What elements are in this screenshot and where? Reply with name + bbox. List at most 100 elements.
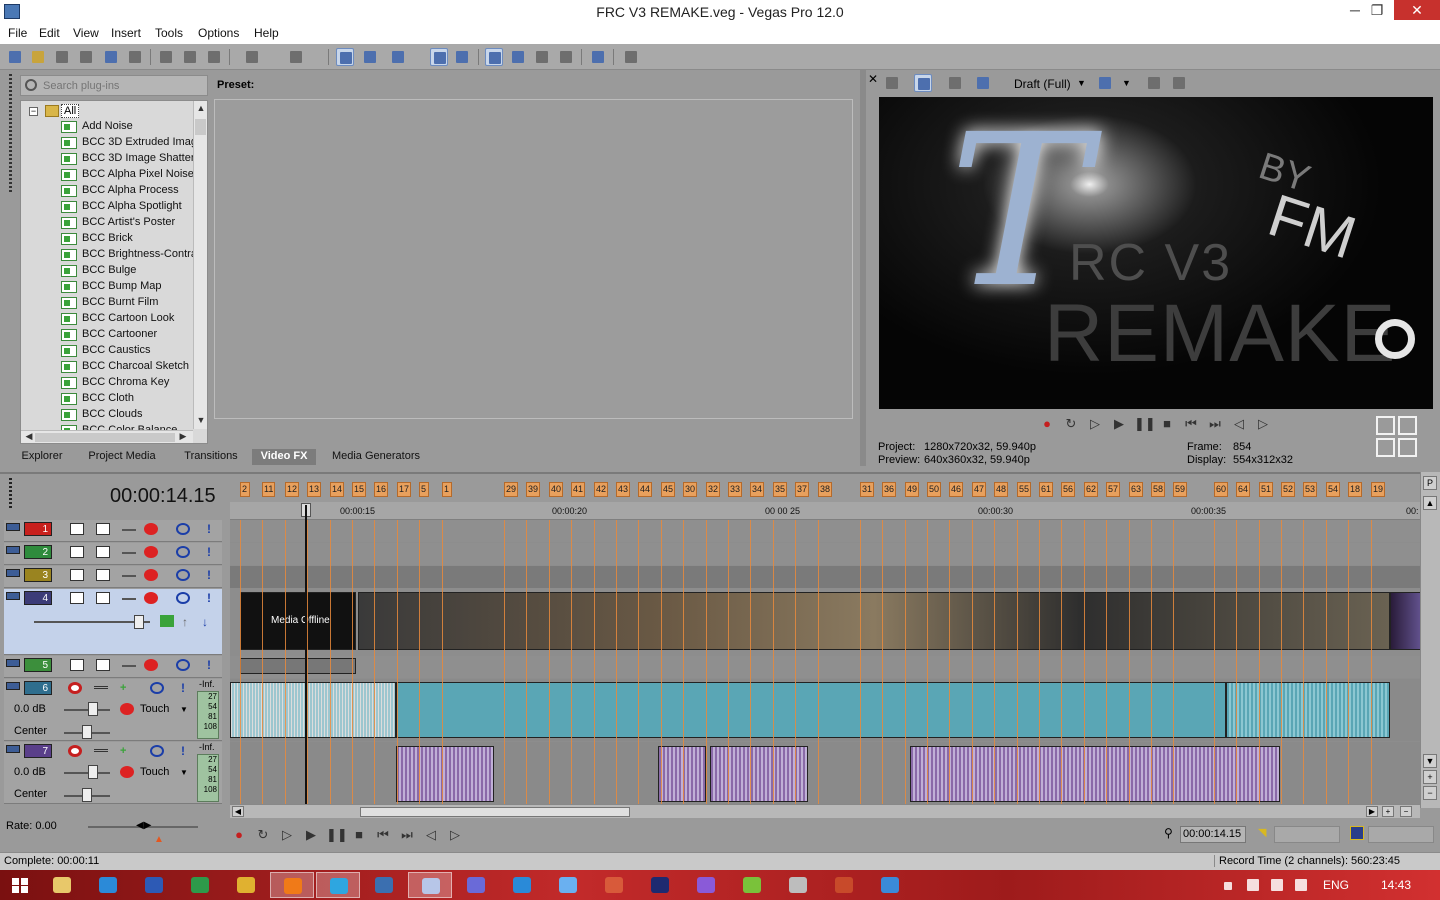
copy-icon[interactable] — [181, 48, 199, 66]
mute-icon[interactable] — [150, 745, 164, 757]
mute-icon[interactable] — [150, 682, 164, 694]
redo-icon[interactable] — [287, 48, 305, 66]
solo-icon[interactable]: ! — [202, 659, 216, 671]
explore-icon[interactable] — [589, 48, 607, 66]
track-fx-icon[interactable]: + — [120, 682, 134, 694]
parent-composite-icon[interactable] — [96, 592, 110, 604]
composite-mode-icon[interactable] — [70, 523, 84, 535]
envelope-tool-icon[interactable] — [361, 48, 379, 66]
chevron-down-icon[interactable]: ▼ — [1122, 78, 1131, 88]
timeline-marker[interactable]: 16 — [374, 482, 389, 497]
track-fx-icon[interactable] — [144, 546, 158, 558]
timeline-marker[interactable]: 64 — [1236, 482, 1251, 497]
chevron-down-icon[interactable]: ▼ — [180, 705, 188, 714]
tree-vertical-scrollbar[interactable]: ▲ ▼ — [193, 101, 207, 429]
mute-icon[interactable] — [176, 569, 190, 581]
motion-icon[interactable] — [122, 575, 136, 587]
arm-record-icon[interactable] — [68, 745, 82, 757]
marker-bar[interactable]: 2 11 12 13 14 15 16 17 5 1 29 39 40 41 42 43 44 45 30 32 33 3… — [230, 480, 1420, 500]
plugin-item[interactable]: BCC Alpha Spotlight — [61, 199, 207, 215]
solo-icon[interactable]: ! — [202, 592, 216, 604]
menu-options[interactable]: Options — [198, 26, 239, 40]
tab-explorer[interactable]: Explorer — [18, 449, 66, 465]
plugin-item[interactable]: BCC Charcoal Sketch — [61, 359, 207, 375]
tab-media-generators[interactable]: Media Generators — [328, 449, 424, 465]
network-app-icon[interactable] — [868, 872, 912, 898]
pan-slider-knob[interactable] — [82, 788, 92, 802]
plugin-item[interactable]: BCC Burnt Film — [61, 295, 207, 311]
undo-icon[interactable] — [243, 48, 261, 66]
scroll-up-icon[interactable]: ▲ — [195, 103, 207, 115]
paste-icon[interactable] — [205, 48, 223, 66]
timeline-marker[interactable]: 47 — [972, 482, 987, 497]
timeline-time-display[interactable]: 00:00:14.15 — [110, 485, 216, 508]
motion-icon[interactable] — [122, 529, 136, 541]
split-screen-icon[interactable] — [946, 74, 964, 92]
scroll-right-icon[interactable]: ▶ — [177, 431, 189, 443]
timeline-marker[interactable]: 63 — [1129, 482, 1144, 497]
internet-explorer-icon[interactable] — [86, 872, 130, 898]
timeline-marker[interactable]: 2 — [240, 482, 250, 497]
timeline-marker[interactable]: 48 — [994, 482, 1009, 497]
open-folder-icon[interactable] — [29, 48, 47, 66]
render-as-icon[interactable] — [102, 48, 120, 66]
timeline-horizontal-scrollbar[interactable]: ◀ ▶ + − — [230, 804, 1420, 818]
plugin-item[interactable]: BCC 3D Extruded Imag — [61, 135, 207, 151]
timeline-marker[interactable]: 18 — [1348, 482, 1363, 497]
menu-view[interactable]: View — [73, 26, 99, 40]
zoom-tool-icon[interactable] — [557, 48, 575, 66]
plugin-item[interactable]: BCC Alpha Process — [61, 183, 207, 199]
audio-clip[interactable] — [1226, 682, 1390, 738]
track-lane[interactable] — [230, 566, 1420, 588]
motion-blur-icon[interactable] — [160, 615, 174, 627]
preview-quality-dropdown[interactable]: Draft (Full) — [1014, 77, 1071, 91]
video-clip[interactable] — [1390, 592, 1420, 650]
whats-this-help-icon[interactable] — [622, 48, 640, 66]
timeline-marker[interactable]: 35 — [773, 482, 788, 497]
go-to-start-icon[interactable]: ⏮ — [1182, 416, 1200, 432]
timeline-marker[interactable]: 11 — [262, 482, 276, 497]
timeline-marker[interactable]: 43 — [616, 482, 631, 497]
volume-icon[interactable] — [1295, 879, 1307, 891]
docking-grip[interactable] — [9, 478, 12, 508]
timeline-marker[interactable]: 30 — [683, 482, 698, 497]
track-minimize-icon[interactable] — [6, 523, 20, 531]
timeline-marker[interactable]: 1 — [442, 482, 452, 497]
stop-icon[interactable]: ■ — [1158, 416, 1176, 432]
tree-root-label[interactable]: All — [61, 104, 80, 118]
plugin-item[interactable]: BCC Chroma Key — [61, 375, 207, 391]
play-from-start-icon[interactable]: ▷ — [278, 827, 296, 843]
plugin-item[interactable]: BCC Caustics — [61, 343, 207, 359]
timeline-marker[interactable]: 32 — [706, 482, 721, 497]
video-clip[interactable]: Media Offline — [240, 592, 356, 650]
solo-icon[interactable]: ! — [176, 745, 190, 757]
track-header-2[interactable]: 2! — [4, 543, 222, 565]
media-player-icon[interactable] — [362, 872, 406, 898]
app-icon[interactable] — [500, 872, 544, 898]
scroll-left-icon[interactable]: ◀ — [232, 806, 244, 817]
track-lane[interactable] — [230, 656, 1420, 678]
track-header-3[interactable]: 3! — [4, 566, 222, 588]
timeline-marker[interactable]: 39 — [526, 482, 541, 497]
plugin-tree[interactable]: − All Add Noise BCC 3D Extruded Imag BCC 3… — [20, 100, 208, 444]
snapping-icon[interactable] — [485, 48, 503, 66]
timeline-marker[interactable]: 29 — [504, 482, 519, 497]
automation-icon[interactable] — [120, 766, 134, 778]
track-area[interactable]: Media Offline — [230, 520, 1420, 804]
track-fx-icon[interactable] — [144, 569, 158, 581]
go-to-start-icon[interactable]: ⏮ — [374, 827, 392, 843]
loop-playback-icon[interactable]: ↻ — [254, 827, 272, 843]
track-minimize-icon[interactable] — [6, 745, 20, 753]
firefox-icon[interactable] — [270, 872, 314, 898]
timeline-marker[interactable]: 42 — [594, 482, 609, 497]
mute-icon[interactable] — [176, 523, 190, 535]
timeline-marker[interactable]: 52 — [1281, 482, 1296, 497]
docking-grip[interactable] — [9, 74, 12, 194]
timeline-marker[interactable]: 45 — [661, 482, 676, 497]
timeline-marker[interactable]: 55 — [1017, 482, 1032, 497]
plugin-item[interactable]: BCC Artist's Poster — [61, 215, 207, 231]
volume-slider-knob[interactable] — [88, 702, 98, 716]
red-app-icon[interactable] — [822, 872, 866, 898]
track-fx-icon[interactable] — [144, 592, 158, 604]
tray-expand-icon[interactable] — [1224, 882, 1232, 890]
